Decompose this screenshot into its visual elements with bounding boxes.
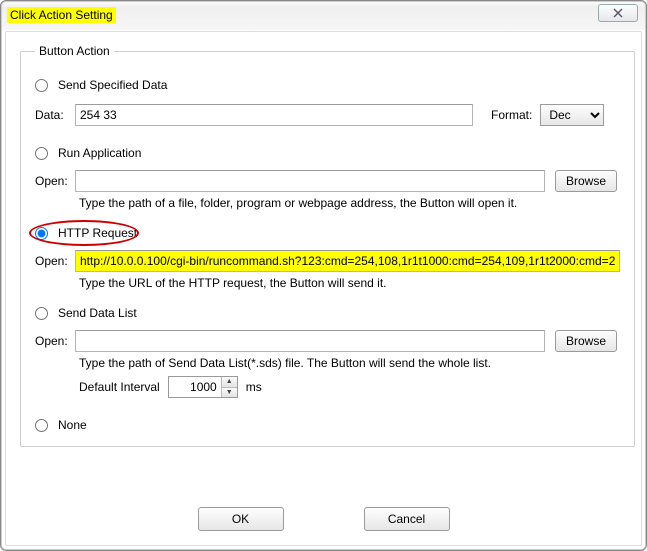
radio-none[interactable] xyxy=(35,419,48,432)
radio-http-request[interactable] xyxy=(35,227,48,240)
radio-label: None xyxy=(58,418,87,432)
runapp-path-input[interactable] xyxy=(75,170,545,192)
interval-spinner[interactable]: ▲ ▼ xyxy=(168,376,238,398)
spinner-down-icon[interactable]: ▼ xyxy=(222,388,237,398)
sdl-hint: Type the path of Send Data List(*.sds) f… xyxy=(79,356,620,370)
http-hint: Type the URL of the HTTP request, the Bu… xyxy=(79,276,620,290)
dialog-footer: OK Cancel xyxy=(6,507,641,531)
interval-label: Default Interval xyxy=(79,380,160,394)
format-label: Format: xyxy=(491,108,532,122)
option-send-data-list[interactable]: Send Data List xyxy=(35,306,620,320)
ok-button[interactable]: OK xyxy=(198,507,284,531)
radio-send-data-list[interactable] xyxy=(35,307,48,320)
open-label-http: Open: xyxy=(35,254,75,268)
group-legend: Button Action xyxy=(35,44,114,58)
radio-label: HTTP Request xyxy=(58,226,137,240)
http-url-input[interactable] xyxy=(75,250,620,272)
radio-run-application[interactable] xyxy=(35,147,48,160)
radio-label: Send Data List xyxy=(58,306,137,320)
ms-label: ms xyxy=(246,380,262,394)
close-icon xyxy=(613,8,623,18)
data-label: Data: xyxy=(35,108,75,122)
titlebar: Click Action Setting xyxy=(1,1,646,29)
close-button[interactable] xyxy=(598,4,638,22)
format-select[interactable]: Dec xyxy=(540,104,604,126)
option-send-specified[interactable]: Send Specified Data xyxy=(35,78,620,92)
cancel-button[interactable]: Cancel xyxy=(364,507,450,531)
radio-label: Send Specified Data xyxy=(58,78,167,92)
button-action-group: Button Action Send Specified Data Data: … xyxy=(20,44,635,447)
browse-button-sdl[interactable]: Browse xyxy=(555,330,617,352)
dialog-window: Click Action Setting Button Action Send … xyxy=(0,0,647,551)
open-label-sdl: Open: xyxy=(35,334,75,348)
data-input[interactable] xyxy=(75,104,473,126)
client-area: Button Action Send Specified Data Data: … xyxy=(5,31,642,546)
runapp-hint: Type the path of a file, folder, program… xyxy=(79,196,620,210)
radio-label: Run Application xyxy=(58,146,141,160)
option-none[interactable]: None xyxy=(35,418,620,432)
interval-input[interactable] xyxy=(169,377,221,397)
window-title: Click Action Setting xyxy=(7,7,116,23)
sdl-path-input[interactable] xyxy=(75,330,545,352)
option-http-request[interactable]: HTTP Request xyxy=(35,226,620,240)
open-label-runapp: Open: xyxy=(35,174,75,188)
browse-button-runapp[interactable]: Browse xyxy=(555,170,617,192)
spinner-up-icon[interactable]: ▲ xyxy=(222,377,237,388)
radio-send-specified[interactable] xyxy=(35,79,48,92)
option-run-application[interactable]: Run Application xyxy=(35,146,620,160)
